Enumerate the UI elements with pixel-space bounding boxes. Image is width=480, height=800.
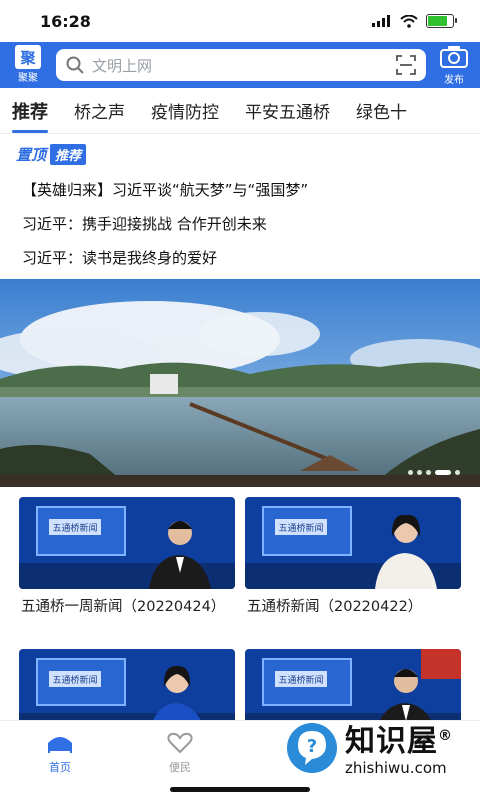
scan-icon[interactable] (396, 55, 416, 75)
video-title[interactable]: 五通桥一周新闻（20220424） (19, 589, 235, 639)
tab-epidemic[interactable]: 疫情防控 (151, 98, 219, 123)
carousel-dot-active[interactable] (435, 470, 451, 475)
carousel-dot[interactable] (426, 470, 431, 475)
watermark-url: zhishiwu.com (345, 759, 447, 777)
home-indicator (170, 787, 310, 792)
category-tabs: 推荐 桥之声 疫情防控 平安五通桥 绿色十 (0, 88, 480, 134)
publish-button[interactable]: 发布 (436, 45, 472, 86)
logo-label: 聚聚 (18, 73, 38, 84)
banner-image (0, 279, 480, 487)
video-thumbnail[interactable]: 五通桥新闻 (19, 497, 235, 589)
watermark-logo-icon: ? (287, 723, 337, 773)
status-icons (372, 14, 457, 28)
watermark-title: 知识屋® (345, 724, 453, 759)
pinned-tag: 推荐 (50, 144, 87, 165)
heart-handshake-icon (167, 732, 193, 754)
nav-home-label: 首页 (49, 761, 71, 774)
thumb-logo: 五通桥新闻 (52, 522, 97, 534)
pinned-news-item[interactable]: 习近平：携手迎接挑战 合作开创未来 (16, 207, 464, 241)
svg-text:?: ? (307, 736, 317, 757)
pinned-news-item[interactable]: 习近平：读书是我终身的爱好 (16, 241, 464, 275)
signal-icon (372, 15, 390, 27)
app-logo[interactable]: 聚 聚聚 (10, 45, 46, 85)
tab-green[interactable]: 绿色十 (356, 98, 407, 123)
carousel-dot[interactable] (417, 470, 422, 475)
pinned-section: 置顶 推荐 【英雄归来】习近平谈“航天梦”与“强国梦” 习近平：携手迎接挑战 合… (0, 134, 480, 275)
carousel-dot[interactable] (408, 470, 413, 475)
logo-mark-icon: 聚 (15, 45, 41, 69)
publish-label: 发布 (444, 74, 464, 86)
video-thumbnail[interactable]: 五通桥新闻 (245, 497, 461, 589)
video-card[interactable]: 五通桥新闻 五通桥新闻（20220422） (245, 497, 461, 639)
status-time: 16:28 (40, 11, 91, 31)
status-bar: 16:28 (0, 0, 480, 42)
pinned-news-item[interactable]: 【英雄归来】习近平谈“航天梦”与“强国梦” (16, 173, 464, 207)
thumb-logo: 五通桥新闻 (278, 522, 323, 534)
app-screen: 16:28 聚 聚聚 文明上网 发布 推荐 桥之声 疫情防控 平安五通桥 绿色十… (0, 0, 480, 800)
search-input[interactable]: 文明上网 (92, 55, 388, 76)
tab-recommend[interactable]: 推荐 (12, 98, 48, 133)
tab-safety[interactable]: 平安五通桥 (245, 98, 330, 123)
carousel-indicator (408, 470, 460, 475)
thumb-logo: 五通桥新闻 (52, 674, 97, 686)
carousel-dot[interactable] (455, 470, 460, 475)
search-bar[interactable]: 文明上网 (56, 49, 426, 81)
battery-icon (426, 14, 457, 28)
thumb-logo: 五通桥新闻 (278, 674, 323, 686)
watermark-text: 知识屋® zhishiwu.com (345, 719, 453, 778)
wifi-icon (400, 14, 418, 28)
home-icon (48, 737, 72, 753)
nav-service-label: 便民 (169, 761, 191, 774)
watermark: ? 知识屋® zhishiwu.com (287, 716, 472, 780)
tab-qiaozhisheng[interactable]: 桥之声 (74, 98, 125, 123)
pinned-title: 置顶 (16, 146, 47, 164)
top-header: 聚 聚聚 文明上网 发布 (0, 42, 480, 88)
video-title[interactable]: 五通桥新闻（20220422） (245, 589, 461, 639)
camera-icon (440, 45, 468, 68)
search-icon (66, 56, 84, 74)
pinned-label: 置顶 推荐 (16, 144, 464, 165)
banner-carousel[interactable] (0, 279, 480, 487)
video-card[interactable]: 五通桥新闻 五通桥一周新闻（20220424） (19, 497, 235, 639)
nav-home[interactable]: 首页 (0, 721, 120, 800)
